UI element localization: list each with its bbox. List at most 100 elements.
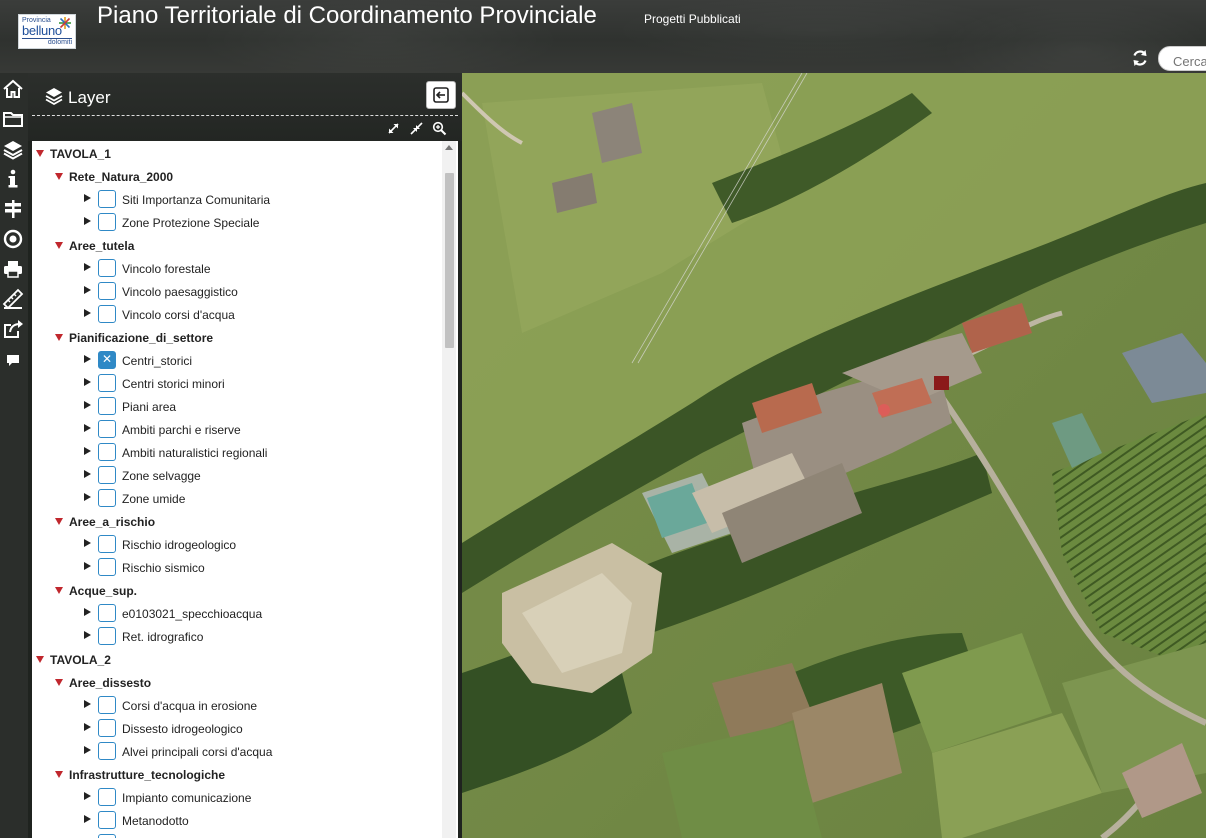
- provincia-belluno-logo[interactable]: Provincia belluno dolomiti: [18, 14, 76, 49]
- tree-group-row[interactable]: Aree_a_rischio: [32, 510, 442, 533]
- layer-checkbox[interactable]: [98, 834, 116, 838]
- collapsed-arrow-icon[interactable]: [84, 309, 91, 317]
- collapse-all-icon[interactable]: [409, 121, 424, 136]
- tree-group-row[interactable]: TAVOLA_1: [32, 142, 442, 165]
- tree-group-row[interactable]: TAVOLA_2: [32, 648, 442, 671]
- tree-layer-row[interactable]: Centri storici minori: [32, 372, 442, 395]
- layer-checkbox[interactable]: [98, 535, 116, 553]
- tree-layer-row[interactable]: Zone selvagge: [32, 464, 442, 487]
- collapsed-arrow-icon[interactable]: [84, 378, 91, 386]
- layer-checkbox[interactable]: [98, 351, 116, 369]
- tree-group-row[interactable]: Pianificazione_di_settore: [32, 326, 442, 349]
- layer-checkbox[interactable]: [98, 627, 116, 645]
- layer-checkbox[interactable]: [98, 719, 116, 737]
- tree-layer-row[interactable]: Piani area: [32, 395, 442, 418]
- layer-checkbox[interactable]: [98, 466, 116, 484]
- layer-checkbox[interactable]: [98, 397, 116, 415]
- scroll-up-arrow[interactable]: [445, 145, 453, 150]
- layer-checkbox[interactable]: [98, 558, 116, 576]
- collapsed-arrow-icon[interactable]: [84, 700, 91, 708]
- layer-checkbox[interactable]: [98, 420, 116, 438]
- map-view[interactable]: [462, 73, 1206, 838]
- collapsed-arrow-icon[interactable]: [84, 631, 91, 639]
- tree-layer-row[interactable]: Ambiti parchi e riserve: [32, 418, 442, 441]
- expand-arrow-icon[interactable]: [36, 150, 44, 157]
- tree-layer-row[interactable]: Zone Protezione Speciale: [32, 211, 442, 234]
- refresh-icon[interactable]: [1130, 48, 1150, 68]
- home-icon[interactable]: [2, 78, 24, 100]
- info-icon[interactable]: [2, 168, 24, 190]
- expand-arrow-icon[interactable]: [55, 334, 63, 341]
- aerial-map[interactable]: [462, 73, 1206, 838]
- tree-group-row[interactable]: Acque_sup.: [32, 579, 442, 602]
- tree-layer-row[interactable]: Vincolo paesaggistico: [32, 280, 442, 303]
- layer-checkbox[interactable]: [98, 443, 116, 461]
- ruler-icon[interactable]: [2, 288, 24, 310]
- collapsed-arrow-icon[interactable]: [84, 447, 91, 455]
- layer-checkbox[interactable]: [98, 742, 116, 760]
- tree-layer-row[interactable]: Rischio sismico: [32, 556, 442, 579]
- layer-checkbox[interactable]: [98, 213, 116, 231]
- layer-checkbox[interactable]: [98, 604, 116, 622]
- layer-checkbox[interactable]: [98, 282, 116, 300]
- scrollbar-thumb[interactable]: [445, 173, 454, 348]
- tree-layer-row[interactable]: Zone umide: [32, 487, 442, 510]
- tree-layer-row[interactable]: Alvei principali corsi d'acqua: [32, 740, 442, 763]
- expand-arrow-icon[interactable]: [55, 587, 63, 594]
- collapsed-arrow-icon[interactable]: [84, 286, 91, 294]
- expand-arrow-icon[interactable]: [55, 518, 63, 525]
- tree-layer-row[interactable]: e0103021_specchioacqua: [32, 602, 442, 625]
- layer-checkbox[interactable]: [98, 696, 116, 714]
- layer-checkbox[interactable]: [98, 190, 116, 208]
- tree-group-row[interactable]: Aree_tutela: [32, 234, 442, 257]
- app-subtitle[interactable]: Progetti Pubblicati: [644, 12, 741, 26]
- tree-layer-row[interactable]: Ret. idrografico: [32, 625, 442, 648]
- search-input[interactable]: [1158, 46, 1206, 71]
- collapsed-arrow-icon[interactable]: [84, 562, 91, 570]
- collapsed-arrow-icon[interactable]: [84, 815, 91, 823]
- expand-arrow-icon[interactable]: [55, 679, 63, 686]
- share-icon[interactable]: [2, 318, 24, 340]
- collapsed-arrow-icon[interactable]: [84, 792, 91, 800]
- tree-layer-row[interactable]: Elettrodotto: [32, 832, 442, 838]
- tree-layer-row[interactable]: Ambiti naturalistici regionali: [32, 441, 442, 464]
- expand-arrow-icon[interactable]: [55, 173, 63, 180]
- tree-layer-row[interactable]: Vincolo forestale: [32, 257, 442, 280]
- layer-checkbox[interactable]: [98, 374, 116, 392]
- comment-icon[interactable]: [2, 349, 24, 371]
- folder-icon[interactable]: [2, 108, 24, 130]
- collapsed-arrow-icon[interactable]: [84, 217, 91, 225]
- collapsed-arrow-icon[interactable]: [84, 539, 91, 547]
- layer-tree-scrollbar[interactable]: [442, 141, 456, 838]
- collapsed-arrow-icon[interactable]: [84, 470, 91, 478]
- tree-layer-row[interactable]: Vincolo corsi d'acqua: [32, 303, 442, 326]
- layer-checkbox[interactable]: [98, 489, 116, 507]
- expand-arrow-icon[interactable]: [36, 656, 44, 663]
- layer-checkbox[interactable]: [98, 305, 116, 323]
- collapsed-arrow-icon[interactable]: [84, 401, 91, 409]
- collapsed-arrow-icon[interactable]: [84, 608, 91, 616]
- print-icon[interactable]: [2, 258, 24, 280]
- tree-layer-row[interactable]: Rischio idrogeologico: [32, 533, 442, 556]
- layer-checkbox[interactable]: [98, 811, 116, 829]
- collapsed-arrow-icon[interactable]: [84, 194, 91, 202]
- tree-group-row[interactable]: Aree_dissesto: [32, 671, 442, 694]
- tree-layer-row[interactable]: Dissesto idrogeologico: [32, 717, 442, 740]
- tree-layer-row[interactable]: Metanodotto: [32, 809, 442, 832]
- tree-layer-row[interactable]: Corsi d'acqua in erosione: [32, 694, 442, 717]
- collapsed-arrow-icon[interactable]: [84, 263, 91, 271]
- collapsed-arrow-icon[interactable]: [84, 493, 91, 501]
- tree-group-row[interactable]: Infrastrutture_tecnologiche: [32, 763, 442, 786]
- collapsed-arrow-icon[interactable]: [84, 746, 91, 754]
- tree-group-row[interactable]: Rete_Natura_2000: [32, 165, 442, 188]
- collapsed-arrow-icon[interactable]: [84, 424, 91, 432]
- collapsed-arrow-icon[interactable]: [84, 723, 91, 731]
- layers-icon[interactable]: [2, 138, 24, 160]
- layer-checkbox[interactable]: [98, 259, 116, 277]
- target-icon[interactable]: [2, 228, 24, 250]
- expand-arrow-icon[interactable]: [55, 771, 63, 778]
- collapsed-arrow-icon[interactable]: [84, 355, 91, 363]
- signpost-icon[interactable]: [2, 198, 24, 220]
- tree-layer-row[interactable]: Centri_storici: [32, 349, 442, 372]
- collapse-panel-button[interactable]: [426, 81, 456, 109]
